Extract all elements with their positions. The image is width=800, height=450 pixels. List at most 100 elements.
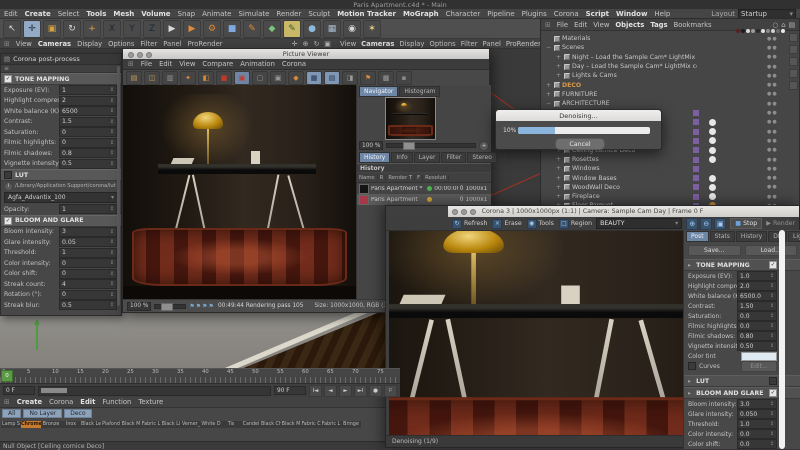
viewport-menu-item[interactable]: Cameras	[361, 40, 394, 48]
tone-mapping-header[interactable]: TONE MAPPING	[1, 73, 121, 85]
material-item[interactable]: Tis	[221, 420, 241, 428]
visibility-dots-icon[interactable]: ●●	[767, 45, 778, 51]
material-item[interactable]: Bronze	[41, 420, 61, 428]
stepper-icon[interactable]: ↕	[770, 411, 774, 417]
expand-toggle-icon[interactable]: +	[555, 63, 562, 70]
expand-toggle-icon[interactable]: +	[545, 91, 552, 98]
menu-item[interactable]: Character	[446, 10, 481, 18]
texture-tag-icon[interactable]	[693, 137, 699, 144]
menu-item[interactable]: Simulate	[238, 10, 269, 18]
viewport-menu-item[interactable]: Cameras	[38, 40, 71, 48]
movie-icon[interactable]: ▥	[162, 71, 178, 85]
viewport-menu-item[interactable]: Filter	[461, 40, 478, 48]
parameter-input[interactable]: 6500.0 ↕	[737, 291, 777, 301]
fullscreen-icon[interactable]: ◆	[288, 71, 304, 85]
parameter-input[interactable]: 1 ↕	[59, 85, 117, 96]
vfb-rendered-image[interactable]	[389, 231, 692, 436]
menu-item[interactable]: Bookmarks	[674, 21, 712, 29]
parameter-input[interactable]: 2 ↕	[59, 95, 117, 106]
object-row[interactable]: − ARCHITECTURE ●●	[541, 99, 799, 108]
texture-thumbnail[interactable]	[741, 29, 745, 33]
menu-item[interactable]: Help	[654, 10, 670, 18]
menu-item[interactable]: Objects	[615, 21, 644, 29]
menu-item[interactable]: Volume	[141, 10, 170, 18]
column-header[interactable]: Resoluti	[423, 174, 450, 181]
filter-icon[interactable]: ▤	[789, 21, 795, 29]
menu-item[interactable]: Create	[25, 10, 51, 18]
stepper-icon[interactable]: ↕	[770, 323, 774, 329]
stepper-icon[interactable]: ↕	[770, 421, 774, 427]
menu-item[interactable]: Edit	[159, 60, 172, 68]
strip-icon[interactable]	[788, 45, 798, 54]
stepper-icon[interactable]: ↕	[770, 431, 774, 437]
region-button[interactable]: □ Region	[558, 218, 592, 229]
stepper-icon[interactable]: ↕	[110, 119, 114, 125]
zoom-view-icon[interactable]: ⊕	[301, 40, 310, 48]
stepper-icon[interactable]: ↕	[110, 260, 114, 266]
texture-thumbnail[interactable]	[751, 29, 755, 33]
object-row[interactable]: + DECO ●●	[541, 80, 799, 89]
expand-toggle-icon[interactable]: +	[555, 54, 562, 61]
menu-item[interactable]: Animation	[240, 60, 275, 68]
stepper-icon[interactable]: ↕	[110, 239, 114, 245]
visibility-dots-icon[interactable]: ●●	[767, 194, 778, 200]
texture-tag-icon[interactable]	[693, 54, 699, 60]
material-layer-tab[interactable]: No Layer	[23, 409, 63, 418]
visibility-dots-icon[interactable]: ●●	[767, 184, 778, 190]
visibility-dots-icon[interactable]: ●●	[767, 54, 778, 60]
camera-icon[interactable]: ◉	[343, 19, 361, 38]
metaball-icon[interactable]: ●	[303, 19, 321, 38]
save-button[interactable]: Save...	[688, 245, 741, 256]
object-row[interactable]: Materials ●●	[541, 34, 799, 43]
visibility-dots-icon[interactable]: ●●	[767, 147, 778, 153]
material-item[interactable]: Plafond	[101, 420, 121, 428]
material-layer-tab[interactable]: Deco	[64, 409, 92, 418]
zoom-slider[interactable]	[386, 142, 476, 150]
menu-item[interactable]: View	[593, 21, 609, 29]
stepper-icon[interactable]: ↕	[110, 206, 114, 212]
material-swatch-icon[interactable]	[709, 174, 716, 182]
last-tool-icon[interactable]: +	[83, 19, 101, 38]
visibility-dots-icon[interactable]: ●●	[767, 157, 778, 163]
zoom-value[interactable]: 100 %	[359, 141, 384, 150]
menu-item[interactable]: File	[557, 21, 568, 29]
checkbox-checked-icon[interactable]	[4, 75, 12, 83]
array-icon[interactable]: ▦	[323, 19, 341, 38]
window-controls[interactable]	[128, 52, 152, 58]
subdivision-surface-icon[interactable]: ◆	[263, 19, 281, 38]
stepper-icon[interactable]: ↕	[110, 150, 114, 156]
expand-toggle-icon[interactable]: +	[555, 193, 562, 200]
parameter-input[interactable]: 1.5 ↕	[59, 116, 117, 127]
parameter-input[interactable]: 0 ↕	[59, 137, 117, 148]
material-item[interactable]: Bringe	[341, 420, 361, 428]
material-swatch-icon[interactable]	[709, 165, 716, 172]
material-item[interactable]: Fabric C	[301, 420, 321, 428]
stepper-icon[interactable]: ↕	[110, 292, 114, 298]
parameter-input[interactable]: 0.05 ↕	[59, 237, 117, 248]
info-icon[interactable]: ▣	[270, 71, 286, 85]
save-image-icon[interactable]: ◫	[144, 71, 160, 85]
status-zoom-slider[interactable]	[154, 302, 187, 311]
timeline-playhead[interactable]: 0	[1, 370, 13, 382]
texture-tag-icon[interactable]	[693, 193, 699, 200]
options-icon[interactable]: ▪	[396, 71, 412, 85]
texture-thumbnail[interactable]	[781, 29, 785, 33]
rendered-image[interactable]	[123, 85, 356, 301]
texture-thumbnail[interactable]	[746, 29, 750, 33]
stepper-icon[interactable]: ↕	[110, 271, 114, 277]
expand-toggle-icon[interactable]: +	[555, 156, 562, 163]
stepper-icon[interactable]: ↕	[110, 229, 114, 235]
texture-tag-icon[interactable]	[693, 147, 699, 154]
visibility-dots-icon[interactable]: ●●	[767, 101, 778, 107]
slider-handle[interactable]	[41, 387, 67, 393]
material-item[interactable]: Verner_	[181, 420, 201, 428]
axis-x-lock-icon[interactable]: X	[103, 19, 121, 38]
parameter-input[interactable]: 3.0 ↕	[737, 399, 777, 409]
menu-item[interactable]: Texture	[138, 398, 163, 406]
visibility-dots-icon[interactable]: ●●	[767, 36, 778, 42]
stepper-icon[interactable]: ↕	[110, 98, 114, 104]
vfb-tab[interactable]: Stats	[709, 231, 735, 242]
object-row[interactable]: + Lights & Cams ●●	[541, 71, 799, 80]
stepper-icon[interactable]: ↕	[110, 302, 114, 308]
timeline-ruler[interactable]: 051015202530354045505560657075 0	[0, 368, 400, 384]
